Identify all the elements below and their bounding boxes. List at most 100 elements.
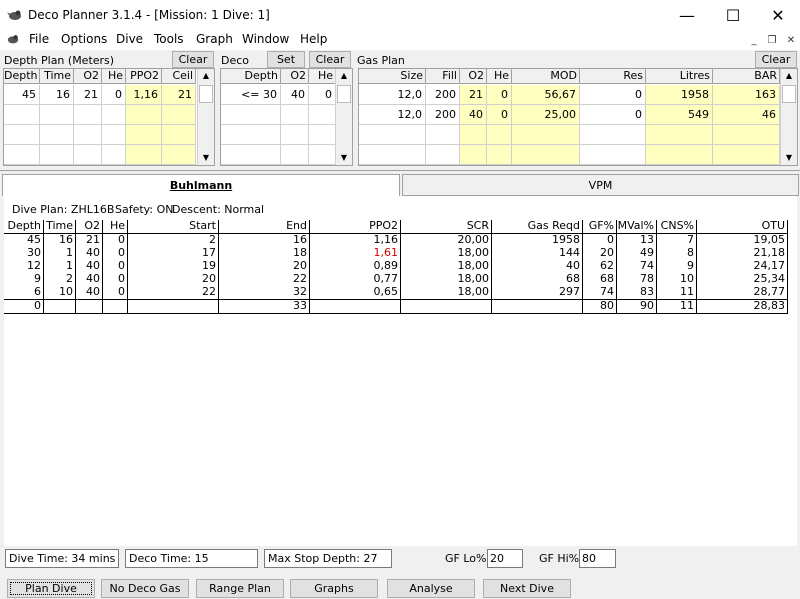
results-panel: Dive Plan: ZHL16B Safety: ON Descent: No…: [4, 196, 797, 546]
plan-dive-button[interactable]: Plan Dive: [7, 579, 95, 598]
cell-fill[interactable]: 200: [426, 105, 460, 125]
scroll-down-icon[interactable]: ▼: [198, 151, 214, 165]
cell-mval: 83: [617, 286, 657, 299]
col-he: He: [103, 220, 128, 233]
table-row[interactable]: 45 16 21 0 1,16 21: [4, 85, 196, 105]
table-row[interactable]: [4, 145, 196, 165]
cell-scr: 18,00: [401, 286, 492, 299]
col-time: Time: [44, 220, 76, 233]
mdi-close-icon[interactable]: ✕: [783, 32, 799, 48]
menu-graph[interactable]: Graph: [196, 32, 233, 46]
maximize-icon[interactable]: ☐: [710, 0, 756, 30]
mdi-restore-icon[interactable]: ❐: [764, 32, 780, 48]
cell-o2[interactable]: 21: [74, 85, 102, 105]
cell-scr: 20,00: [401, 234, 492, 247]
cell-mod: 25,00: [512, 105, 580, 125]
depth-plan-title: Depth Plan (Meters): [4, 54, 115, 67]
analyse-button[interactable]: Analyse: [387, 579, 475, 598]
gas-plan-grid[interactable]: Size Fill O2 He MOD Res Litres BAR 12,0 …: [358, 68, 798, 166]
gf-lo-input[interactable]: 20: [487, 549, 523, 568]
cell-gf: 62: [583, 260, 617, 273]
cell-depth: 6: [4, 286, 44, 299]
deco-scrollbar[interactable]: ▲ ▼: [335, 69, 352, 165]
gf-hi-input[interactable]: 80: [579, 549, 616, 568]
menu-tools[interactable]: Tools: [154, 32, 184, 46]
cell-size[interactable]: 12,0: [359, 105, 426, 125]
no-deco-gas-button[interactable]: No Deco Gas: [101, 579, 189, 598]
depth-plan-scrollbar[interactable]: ▲ ▼: [197, 69, 214, 165]
scroll-down-icon[interactable]: ▼: [336, 151, 352, 165]
cell-bar: 163: [713, 85, 780, 105]
dive-time-status: Dive Time: 34 mins: [5, 549, 119, 568]
cell-depth: 30: [4, 247, 44, 260]
cell-time: 1: [44, 260, 76, 273]
mdi-diver-icon[interactable]: [6, 32, 20, 46]
cell-end: 20: [219, 260, 310, 273]
table-row[interactable]: 12,0 200 40 0 25,00 0 549 46: [359, 105, 780, 125]
col-start: Start: [128, 220, 219, 233]
cell-gf: 20: [583, 247, 617, 260]
cell-he[interactable]: 0: [102, 85, 126, 105]
menu-window[interactable]: Window: [242, 32, 289, 46]
table-row[interactable]: [221, 125, 336, 145]
cell-time[interactable]: 16: [40, 85, 74, 105]
range-plan-button[interactable]: Range Plan: [196, 579, 284, 598]
close-icon[interactable]: ✕: [755, 0, 800, 30]
table-row[interactable]: [4, 105, 196, 125]
cell-res[interactable]: 0: [580, 105, 646, 125]
scroll-up-icon[interactable]: ▲: [198, 69, 214, 83]
window-title: Deco Planner 3.1.4 - [Mission: 1 Dive: 1…: [28, 8, 270, 22]
mdi-minimize-icon[interactable]: _: [746, 32, 762, 48]
cell-scr: 18,00: [401, 273, 492, 286]
table-row[interactable]: [4, 125, 196, 145]
cell-fill[interactable]: 200: [426, 85, 460, 105]
cell-end: 22: [219, 273, 310, 286]
col-otu: OTU: [697, 220, 788, 233]
col-o2: O2: [74, 69, 102, 84]
tab-vpm[interactable]: VPM: [402, 174, 799, 196]
next-dive-button[interactable]: Next Dive: [483, 579, 571, 598]
cell-otu: 28,77: [697, 286, 788, 299]
gf-lo-label: GF Lo%:: [445, 552, 491, 565]
scroll-thumb[interactable]: [337, 85, 351, 103]
scroll-thumb[interactable]: [782, 85, 796, 103]
deco-set-button[interactable]: Set: [267, 51, 305, 68]
depth-plan-clear-button[interactable]: Clear: [172, 51, 214, 68]
cell-depth[interactable]: <= 30: [221, 85, 281, 105]
minimize-icon[interactable]: —: [664, 0, 710, 30]
cell-he[interactable]: 0: [309, 85, 336, 105]
table-row[interactable]: [359, 125, 780, 145]
cell-start: 19: [128, 260, 219, 273]
cell-otu: 21,18: [697, 247, 788, 260]
table-row[interactable]: [221, 105, 336, 125]
cell-mval: 90: [617, 300, 657, 313]
col-ppo2: PPO2: [310, 220, 401, 233]
total-row: 0 33 80 90 11 28,83: [4, 299, 788, 314]
cell-o2[interactable]: 40: [281, 85, 309, 105]
graphs-button[interactable]: Graphs: [290, 579, 378, 598]
gas-plan-scrollbar[interactable]: ▲ ▼: [780, 69, 797, 165]
scroll-down-icon[interactable]: ▼: [781, 151, 797, 165]
cell-depth[interactable]: 45: [4, 85, 40, 105]
scroll-thumb[interactable]: [199, 85, 213, 103]
menu-help[interactable]: Help: [300, 32, 327, 46]
tab-buhlmann[interactable]: Buhlmann: [2, 174, 400, 196]
table-row[interactable]: <= 30 40 0: [221, 85, 336, 105]
deco-clear-button[interactable]: Clear: [309, 51, 351, 68]
cell-end: 18: [219, 247, 310, 260]
menu-options[interactable]: Options: [61, 32, 107, 46]
menu-dive[interactable]: Dive: [116, 32, 143, 46]
cell-size[interactable]: 12,0: [359, 85, 426, 105]
table-row: 6 10 40 0 22 32 0,65 18,00 297 74 83 11 28,77: [4, 286, 788, 299]
table-row[interactable]: 12,0 200 21 0 56,67 0 1958 163: [359, 85, 780, 105]
menu-file[interactable]: File: [29, 32, 49, 46]
cell-res[interactable]: 0: [580, 85, 646, 105]
deco-grid[interactable]: Depth O2 He <= 30 40 0 ▲ ▼: [220, 68, 353, 166]
table-row[interactable]: [359, 145, 780, 165]
depth-plan-grid[interactable]: Depth Time O2 He PPO2 Ceil 45 16 21 0 1,…: [3, 68, 215, 166]
scroll-up-icon[interactable]: ▲: [781, 69, 797, 83]
table-row[interactable]: [221, 145, 336, 165]
gas-plan-clear-button[interactable]: Clear: [755, 51, 797, 68]
scroll-up-icon[interactable]: ▲: [336, 69, 352, 83]
table-row: 45 16 21 0 2 16 1,16 20,00 1958 0 13 7 19,05: [4, 234, 788, 247]
